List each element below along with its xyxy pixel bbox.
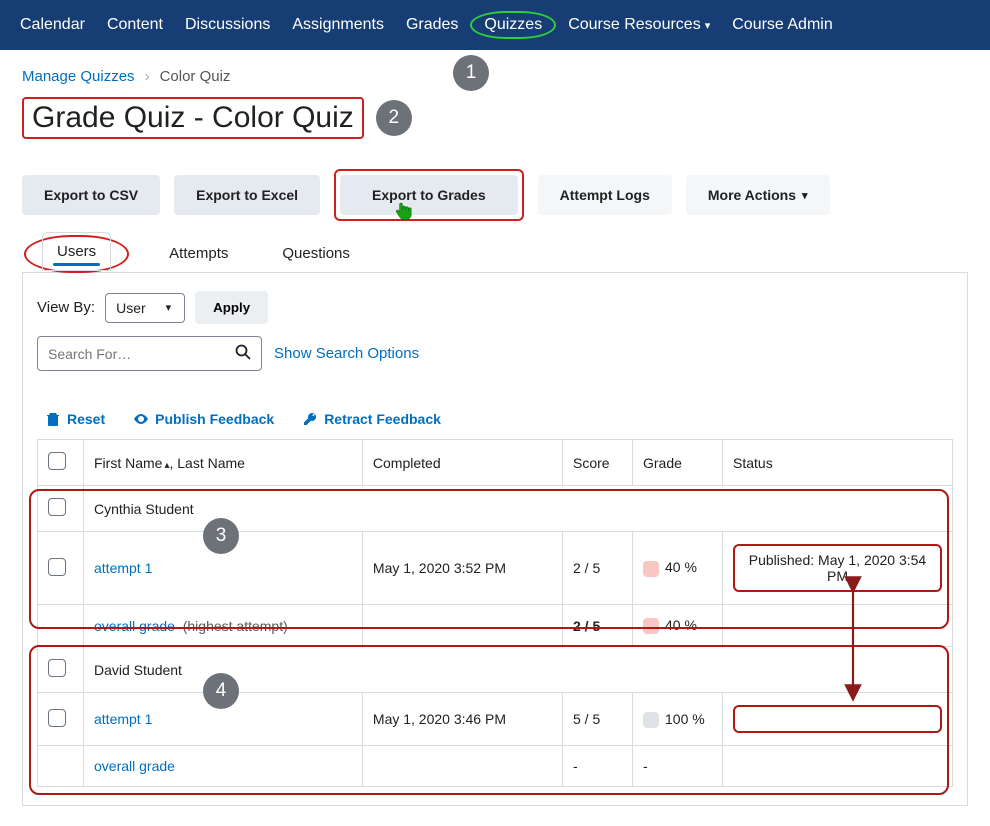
student-name: Cynthia Student (84, 486, 953, 532)
status-highlight: Published: May 1, 2020 3:54 PM (733, 544, 942, 592)
apply-button[interactable]: Apply (195, 291, 268, 324)
search-input-wrapper (37, 336, 262, 371)
attempt-link[interactable]: attempt 1 (94, 711, 152, 727)
page-title: Grade Quiz - Color Quiz (28, 101, 358, 135)
tab-users[interactable]: Users (42, 232, 111, 271)
overall-row: overall grade - - (38, 746, 953, 787)
nav-course-resources[interactable]: Course Resources ▾ (558, 10, 720, 40)
export-grades-button[interactable]: Export to Grades (340, 175, 518, 215)
attempt-checkbox[interactable] (48, 558, 66, 576)
attempt-score: 2 / 5 (563, 532, 633, 605)
export-excel-button[interactable]: Export to Excel (174, 175, 320, 215)
attempt-status (723, 693, 953, 746)
tab-attempts[interactable]: Attempts (155, 235, 242, 272)
view-by-select[interactable]: User ▾ (105, 293, 185, 323)
chevron-down-icon: ▾ (166, 301, 172, 314)
export-grades-highlight: Export to Grades (334, 169, 524, 221)
col-score[interactable]: Score (563, 440, 633, 486)
attempt-grade: 100 % (633, 693, 723, 746)
status-highlight (733, 705, 942, 733)
overall-row: overall grade (highest attempt) 2 / 5 40… (38, 605, 953, 647)
grade-swatch-icon (643, 712, 659, 728)
step-badge-2: 2 (376, 100, 412, 136)
overall-score: - (563, 746, 633, 787)
student-name: David Student (84, 647, 953, 693)
action-bar: Export to CSV Export to Excel Export to … (22, 169, 968, 221)
nav-grades[interactable]: Grades (396, 10, 468, 40)
overall-grade-link[interactable]: overall grade (94, 618, 175, 634)
publish-feedback-label: Publish Feedback (155, 411, 274, 427)
page-body: 1 Manage Quizzes › Color Quiz Grade Quiz… (0, 50, 990, 826)
attempt-row: attempt 1 May 1, 2020 3:46 PM 5 / 5 100 … (38, 693, 953, 746)
reset-label: Reset (67, 411, 105, 427)
tab-questions[interactable]: Questions (268, 235, 364, 272)
chevron-down-icon: ▾ (802, 189, 808, 202)
attempt-link[interactable]: attempt 1 (94, 560, 152, 576)
nav-discussions[interactable]: Discussions (175, 10, 280, 40)
attempt-grade: 40 % (633, 532, 723, 605)
attempt-completed: May 1, 2020 3:46 PM (362, 693, 562, 746)
overall-note: (highest attempt) (183, 618, 288, 634)
nav-content[interactable]: Content (97, 10, 173, 40)
tab-panel: View By: User ▾ Apply Show Search Option… (22, 273, 968, 806)
breadcrumb-manage-quizzes[interactable]: Manage Quizzes (22, 68, 135, 85)
breadcrumb-current: Color Quiz (160, 68, 231, 85)
student-header-row: Cynthia Student (38, 486, 953, 532)
nav-assignments[interactable]: Assignments (282, 10, 394, 40)
more-actions-button[interactable]: More Actions ▾ (686, 175, 830, 215)
search-row: Show Search Options (37, 336, 953, 371)
overall-grade: 40 % (633, 605, 723, 647)
heading-row: Grade Quiz - Color Quiz 2 (22, 97, 968, 139)
student-header-row: David Student (38, 647, 953, 693)
heading-highlight: Grade Quiz - Color Quiz (22, 97, 364, 139)
show-search-options-link[interactable]: Show Search Options (274, 345, 419, 362)
view-by-row: View By: User ▾ Apply (37, 291, 953, 324)
results-table: First Name▴, Last Name Completed Score G… (37, 439, 953, 787)
overall-grade-link[interactable]: overall grade (94, 758, 175, 774)
tab-bar: Users Attempts Questions (22, 235, 968, 273)
breadcrumb: Manage Quizzes › Color Quiz (22, 60, 968, 97)
select-all-checkbox[interactable] (48, 452, 66, 470)
overall-score: 2 / 5 (563, 605, 633, 647)
nav-calendar[interactable]: Calendar (10, 10, 95, 40)
chevron-down-icon: ▾ (705, 19, 711, 32)
view-by-label: View By: (37, 299, 95, 316)
overall-grade: - (633, 746, 723, 787)
grade-swatch-icon (643, 561, 659, 577)
nav-quizzes[interactable]: Quizzes (470, 11, 556, 39)
retract-feedback-link[interactable]: Retract Feedback (302, 411, 441, 427)
publish-feedback-link[interactable]: Publish Feedback (133, 411, 274, 427)
feedback-actions: Reset Publish Feedback Retract Feedback (45, 411, 953, 427)
retract-feedback-label: Retract Feedback (324, 411, 441, 427)
trash-icon (45, 411, 61, 427)
student-checkbox[interactable] (48, 659, 66, 677)
breadcrumb-separator-icon: › (145, 68, 150, 85)
search-input[interactable] (48, 346, 229, 362)
col-name[interactable]: First Name▴, Last Name (84, 440, 363, 486)
nav-course-resources-label: Course Resources (568, 16, 701, 34)
grade-swatch-icon (643, 618, 659, 634)
col-completed[interactable]: Completed (362, 440, 562, 486)
eye-icon (133, 411, 149, 427)
tab-users-highlight: Users (24, 235, 129, 273)
col-status[interactable]: Status (723, 440, 953, 486)
student-checkbox[interactable] (48, 498, 66, 516)
col-grade[interactable]: Grade (633, 440, 723, 486)
export-csv-button[interactable]: Export to CSV (22, 175, 160, 215)
attempt-checkbox[interactable] (48, 709, 66, 727)
view-by-value: User (116, 300, 146, 316)
nav-course-admin[interactable]: Course Admin (722, 10, 843, 40)
attempt-status: Published: May 1, 2020 3:54 PM (723, 532, 953, 605)
attempt-completed: May 1, 2020 3:52 PM (362, 532, 562, 605)
key-icon (302, 411, 318, 427)
attempt-row: attempt 1 May 1, 2020 3:52 PM 2 / 5 40 %… (38, 532, 953, 605)
reset-link[interactable]: Reset (45, 411, 105, 427)
attempt-logs-button[interactable]: Attempt Logs (538, 175, 672, 215)
top-nav: Calendar Content Discussions Assignments… (0, 0, 990, 50)
attempt-score: 5 / 5 (563, 693, 633, 746)
search-icon[interactable] (235, 344, 251, 363)
more-actions-label: More Actions (708, 187, 796, 203)
